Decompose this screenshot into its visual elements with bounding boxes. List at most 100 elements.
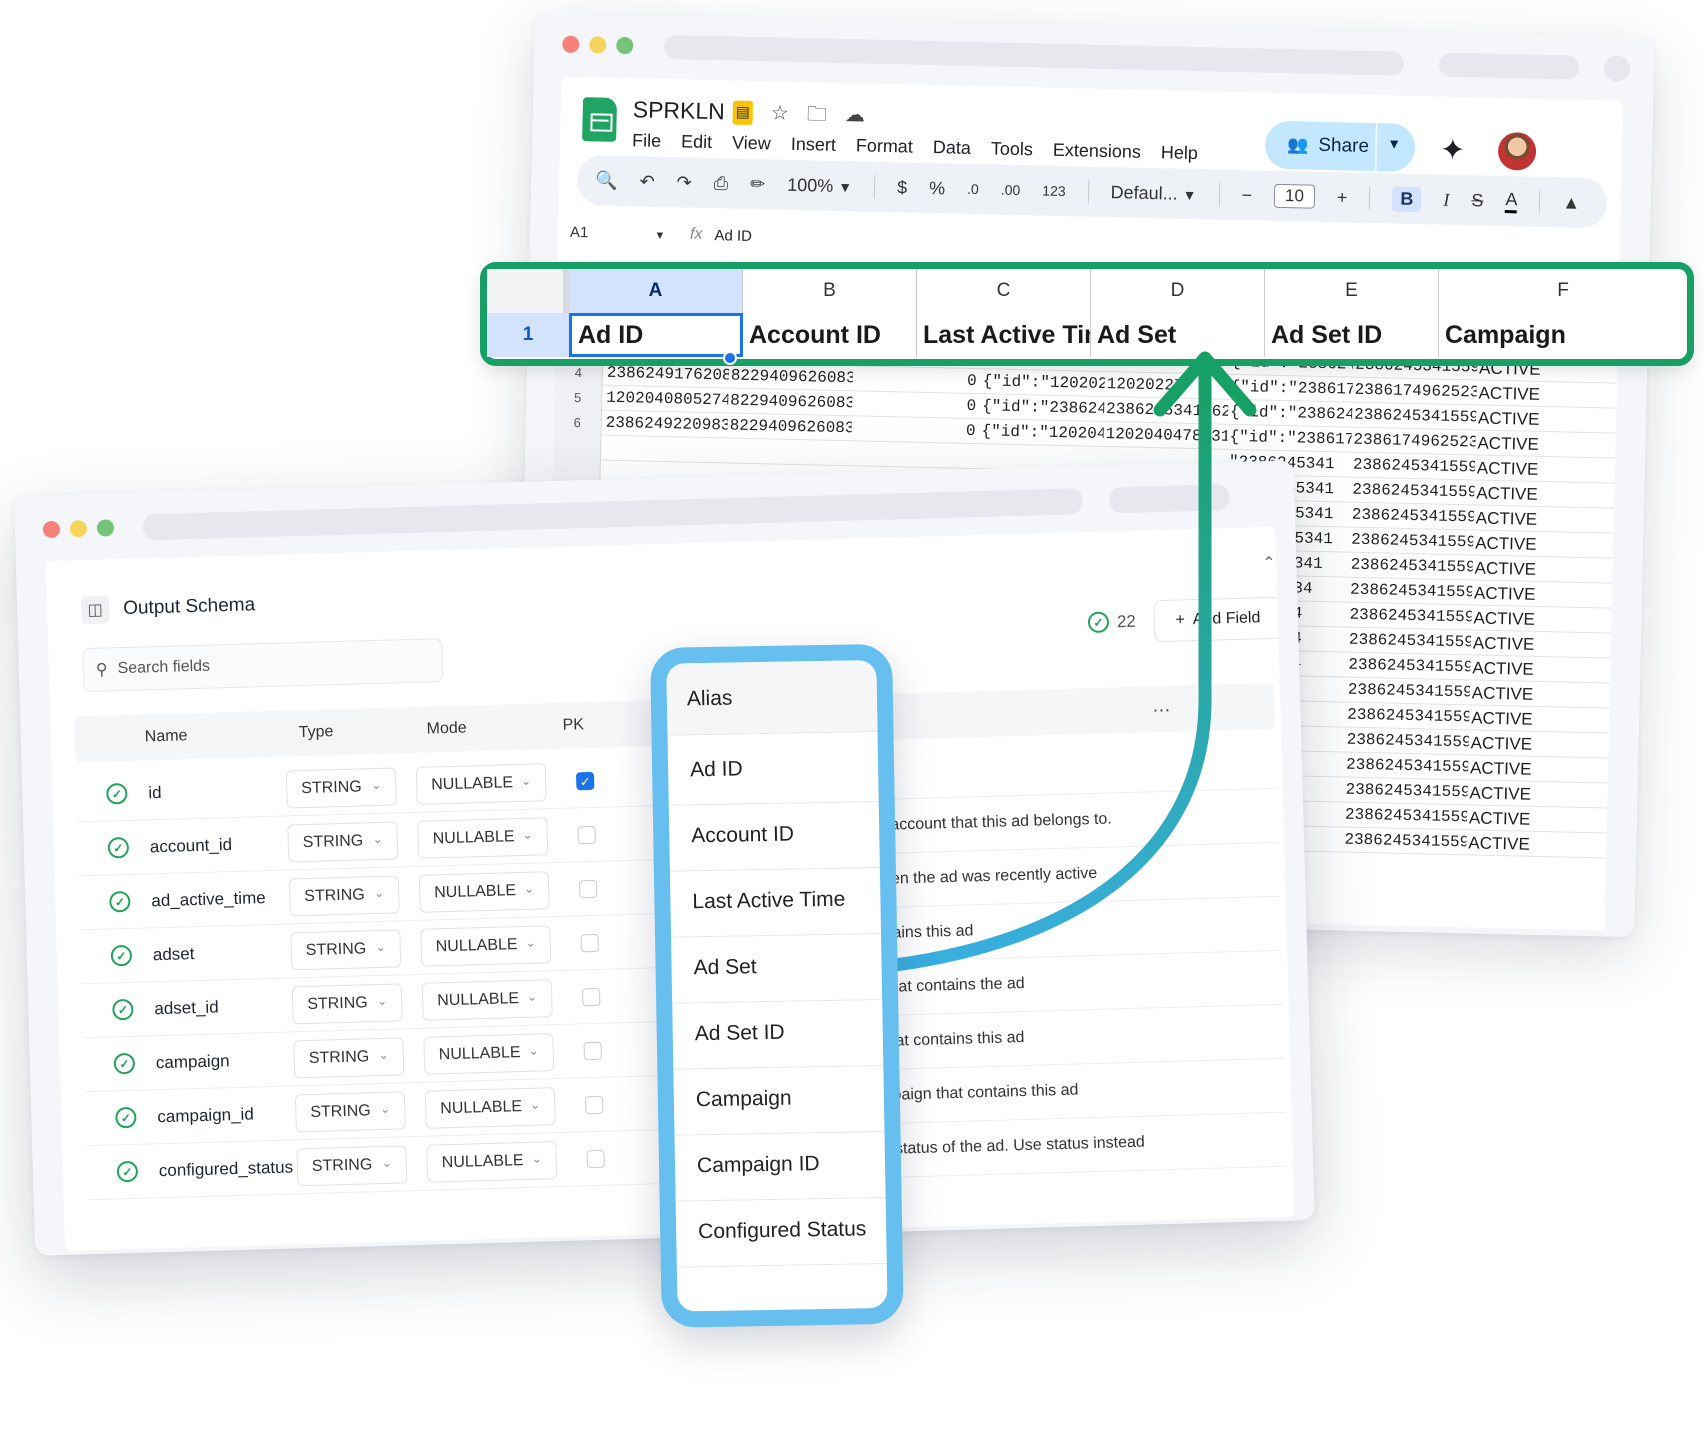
sheet-cell[interactable]: 2386245341559	[1352, 503, 1474, 531]
sheet-cell[interactable]: 2386245341559	[1350, 578, 1472, 606]
sheet-cell[interactable]: ACTIVE	[1470, 755, 1593, 783]
sheet-cell[interactable]: 2386245341559	[1353, 453, 1475, 481]
paint-format-icon[interactable]: ✏	[750, 173, 766, 194]
mode-select[interactable]: NULLABLE ⌄	[415, 763, 547, 805]
undo-icon[interactable]: ↶	[639, 171, 655, 192]
alias-item[interactable]: Ad Set ID	[672, 996, 884, 1070]
row-number[interactable]: 6	[553, 409, 602, 436]
font-select[interactable]: Defaul... ▼	[1110, 182, 1196, 205]
percent-button[interactable]: %	[929, 177, 945, 198]
type-select[interactable]: STRING ⌄	[294, 1091, 406, 1133]
row-number-1[interactable]: 1	[487, 313, 569, 357]
header-cell-c[interactable]: Last Active Tim	[917, 313, 1091, 357]
sheet-cell[interactable]: 2386245341562	[1106, 397, 1228, 425]
font-size-increase-button[interactable]: +	[1337, 187, 1348, 208]
menu-view[interactable]: View	[732, 133, 771, 155]
mode-select[interactable]: NULLABLE ⌄	[424, 1087, 556, 1129]
close-window-dot[interactable]	[42, 520, 61, 539]
type-select[interactable]: STRING ⌄	[287, 821, 399, 863]
sheet-cell[interactable]: 1202040478631	[1105, 422, 1227, 450]
sheet-cell[interactable]: {"id":"2386245341	[982, 394, 1104, 422]
avatar[interactable]	[1497, 131, 1537, 171]
alias-item[interactable]: Ad ID	[667, 732, 879, 806]
sheet-cell[interactable]: 2386245341559	[1347, 703, 1469, 731]
sheet-cell[interactable]: 2386245341559	[1346, 753, 1468, 781]
type-select[interactable]: STRING ⌄	[293, 1037, 405, 1079]
mode-select[interactable]: NULLABLE ⌄	[417, 817, 549, 859]
sheet-cell[interactable]: {"id":"12020404	[981, 419, 1103, 447]
search-icon[interactable]: 🔍	[595, 170, 618, 192]
print-icon[interactable]: ⎙	[714, 173, 729, 194]
sheet-cell[interactable]: ACTIVE	[1469, 805, 1592, 833]
pk-checkbox[interactable]	[581, 987, 601, 1007]
sheet-cell[interactable]: {"id":"238617496	[1229, 425, 1351, 453]
font-size-decrease-button[interactable]: −	[1241, 185, 1252, 206]
sheet-cell[interactable]: ACTIVE	[1469, 780, 1592, 808]
sheet-cell[interactable]: 0	[854, 391, 977, 419]
sheet-cell[interactable]: ACTIVE	[1478, 381, 1601, 409]
column-header-mode[interactable]: Mode	[426, 719, 467, 738]
chevron-up-icon[interactable]: ⌃	[1262, 553, 1276, 573]
sheet-cell[interactable]: ACTIVE	[1478, 406, 1601, 434]
sheet-cell[interactable]: ACTIVE	[1471, 705, 1594, 733]
menu-data[interactable]: Data	[933, 137, 971, 159]
mode-select[interactable]: NULLABLE ⌄	[421, 979, 553, 1021]
mode-select[interactable]: NULLABLE ⌄	[423, 1033, 555, 1075]
zoom-select[interactable]: 100% ▼	[787, 174, 852, 196]
menu-insert[interactable]: Insert	[791, 134, 836, 156]
sheet-cell[interactable]: 2386245341559	[1349, 628, 1471, 656]
sheet-cell[interactable]: 2386245341559	[1351, 528, 1473, 556]
column-letter-b[interactable]: B	[743, 269, 917, 313]
address-bar[interactable]	[663, 34, 1405, 76]
menu-file[interactable]: File	[632, 130, 661, 152]
sheet-cell[interactable]: {"id":"2386245341	[1230, 400, 1352, 428]
sheet-cell[interactable]: 2386174962523	[1354, 378, 1476, 406]
sheet-cell[interactable]: ACTIVE	[1477, 430, 1600, 458]
italic-button[interactable]: I	[1443, 189, 1449, 210]
selection-handle[interactable]	[723, 351, 737, 365]
sheet-cell[interactable]: 2386245341559	[1345, 803, 1467, 831]
sheet-cell[interactable]: ACTIVE	[1476, 480, 1599, 508]
pk-checkbox[interactable]	[577, 825, 596, 845]
sheet-cell[interactable]: ACTIVE	[1474, 555, 1597, 583]
header-cell-b[interactable]: Account ID	[743, 313, 917, 357]
document-title[interactable]: SPRKLN	[633, 96, 726, 125]
sheet-cell[interactable]: 2386245341559	[1352, 478, 1474, 506]
cloud-status-icon[interactable]: ☁	[845, 103, 866, 127]
more-options-icon[interactable]: ⋯	[1152, 700, 1172, 722]
highlight-icon[interactable]: ▤	[732, 100, 754, 125]
header-cell-e[interactable]: Ad Set ID	[1265, 313, 1439, 357]
pk-checkbox[interactable]	[586, 1149, 605, 1169]
sheet-cell[interactable]: 2386245341559	[1345, 778, 1467, 806]
menu-help[interactable]: Help	[1161, 142, 1198, 164]
sheet-cell[interactable]: 8229409626083	[730, 389, 852, 417]
type-select[interactable]: STRING ⌄	[290, 929, 402, 971]
address-bar[interactable]	[142, 488, 1083, 541]
sheet-cell[interactable]: ACTIVE	[1473, 630, 1596, 658]
bold-button[interactable]: B	[1392, 186, 1422, 212]
row-number[interactable]	[552, 434, 602, 461]
sheet-cell[interactable]: 2386245341559	[1344, 828, 1466, 856]
decrease-decimal-button[interactable]: .0	[967, 181, 979, 197]
pk-checkbox[interactable]	[580, 933, 599, 953]
sheet-cell[interactable]: ACTIVE	[1472, 680, 1595, 708]
sheet-cell[interactable]: 2386245341559	[1349, 603, 1471, 631]
sheet-cell[interactable]: 1202040805274	[606, 386, 728, 414]
pk-checkbox[interactable]: ✓	[575, 771, 595, 791]
mode-select[interactable]: NULLABLE ⌄	[426, 1141, 558, 1183]
alias-item[interactable]: Configured Status	[675, 1193, 887, 1268]
star-icon[interactable]: ☆	[771, 101, 789, 125]
column-letter-d[interactable]: D	[1091, 269, 1265, 313]
minimize-window-dot[interactable]	[69, 519, 88, 538]
close-window-dot[interactable]	[562, 35, 580, 54]
pk-checkbox[interactable]	[583, 1041, 602, 1061]
type-select[interactable]: STRING ⌄	[288, 875, 400, 917]
add-field-button[interactable]: + Add Field	[1153, 596, 1283, 643]
font-size-input[interactable]: 10	[1273, 183, 1316, 209]
fill-color-icon[interactable]: ▲	[1562, 192, 1580, 213]
sheet-cell[interactable]: 0	[853, 416, 976, 444]
increase-decimal-button[interactable]: .00	[1001, 182, 1021, 198]
mode-select[interactable]: NULLABLE ⌄	[420, 925, 552, 967]
column-letter-c[interactable]: C	[917, 269, 1091, 313]
sheet-cell[interactable]: ACTIVE	[1472, 655, 1595, 683]
